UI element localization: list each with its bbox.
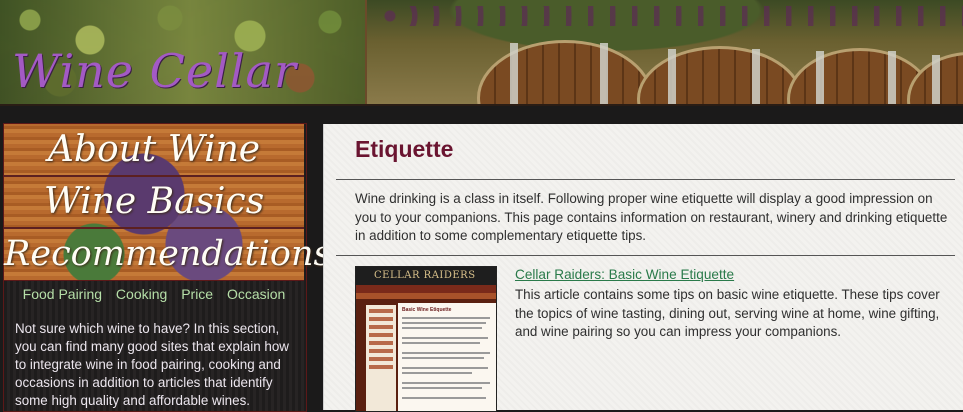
- sidebar-grapes-art: About Wine Wine Basics Recommendations: [4, 124, 331, 281]
- subnav-food-pairing[interactable]: Food Pairing: [23, 286, 102, 302]
- sidebar-description: Not sure which wine to have? In this sec…: [15, 321, 289, 408]
- subnav-occasion[interactable]: Occasion: [227, 286, 285, 302]
- article-link[interactable]: Cellar Raiders: Basic Wine Etiquette: [515, 267, 734, 282]
- nav-divider: [4, 227, 304, 229]
- nav-divider: [4, 175, 304, 177]
- article-description: This article contains some tips on basic…: [515, 287, 940, 339]
- site-title[interactable]: Wine Cellar: [12, 44, 297, 98]
- sidebar: About Wine Wine Basics Recommendations F…: [3, 123, 331, 412]
- nav-wine-basics[interactable]: Wine Basics: [4, 179, 304, 225]
- thumbnail-logo: CELLAR RAIDERS: [374, 270, 476, 281]
- subnav-price[interactable]: Price: [181, 286, 213, 302]
- article-thumbnail[interactable]: CELLAR RAIDERS Basic Wine Etiquette: [355, 266, 497, 412]
- subnav-cooking[interactable]: Cooking: [116, 286, 167, 302]
- nav-about-wine[interactable]: About Wine: [4, 127, 304, 173]
- divider: [336, 255, 955, 256]
- barrel-image: [477, 40, 653, 104]
- main-content: Etiquette Wine drinking is a class in it…: [323, 124, 963, 412]
- intro-text: Wine drinking is a class in itself. Foll…: [355, 191, 948, 243]
- page-title: Etiquette: [355, 136, 454, 162]
- barrel-image: [907, 52, 963, 104]
- barrel-image: [637, 46, 803, 104]
- banner-grapes-art: [380, 6, 963, 26]
- thumbnail-heading: Basic Wine Etiquette: [402, 307, 452, 313]
- divider: [336, 179, 955, 180]
- nav-recommendations[interactable]: Recommendations: [4, 231, 331, 277]
- subnav: Food Pairing Cooking Price Occasion: [4, 286, 304, 302]
- header-banner: Wine Cellar: [0, 0, 963, 106]
